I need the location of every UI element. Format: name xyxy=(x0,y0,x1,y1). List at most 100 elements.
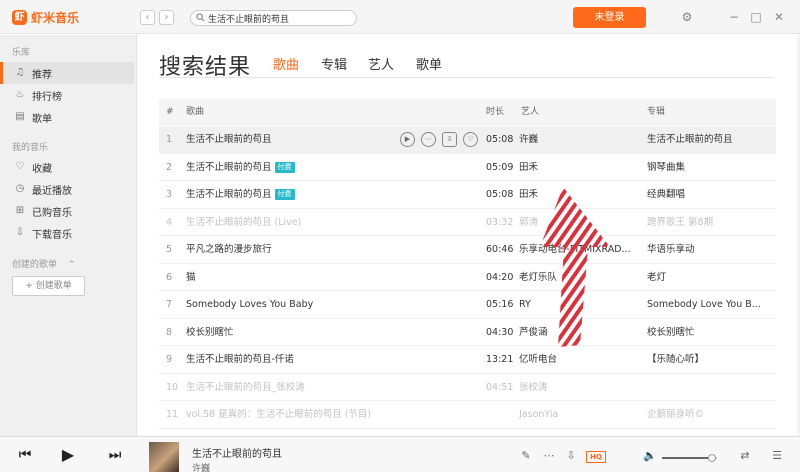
minimize-icon[interactable]: − xyxy=(726,9,742,25)
song-album-text: 钢琴曲集 xyxy=(647,161,686,173)
song-artist[interactable]: 田禾 xyxy=(519,154,644,181)
song-artist-text: RY xyxy=(519,299,531,310)
song-album[interactable]: 经典翻唱 xyxy=(647,181,773,208)
song-artist[interactable]: 老灯乐队 xyxy=(519,264,644,291)
next-track-icon[interactable]: ⏭ xyxy=(104,445,126,465)
song-artist-text: 郭涛 xyxy=(519,216,539,228)
comment-icon[interactable]: ✎ xyxy=(519,449,533,463)
song-artist-text: 田禾 xyxy=(519,161,539,173)
sidebar-item-recent[interactable]: ◷ 最近播放 xyxy=(0,178,134,200)
song-title[interactable]: 平凡之路的漫步旅行 xyxy=(186,236,396,263)
song-duration: 04:20 xyxy=(486,264,518,291)
back-button[interactable]: ‹ xyxy=(140,10,155,25)
table-row[interactable]: 10 生活不止眼前的苟且_张校涛 04:51 张校涛 xyxy=(159,374,776,401)
maximize-icon[interactable]: □ xyxy=(748,9,764,25)
album-cover[interactable] xyxy=(149,442,179,472)
song-title[interactable]: 生活不止眼前的苟且 (Live) xyxy=(186,209,396,236)
table-row[interactable]: 8 校长别瞎忙 04:30 芦俊涵 校长别瞎忙 xyxy=(159,319,776,346)
song-title[interactable]: 校长别瞎忙 xyxy=(186,319,396,346)
tab-playlists[interactable]: 歌单 xyxy=(416,54,442,73)
tab-albums[interactable]: 专辑 xyxy=(321,54,347,73)
song-title[interactable]: 猫 xyxy=(186,264,396,291)
create-playlist-button[interactable]: + 创建歌单 xyxy=(12,276,85,296)
column-header-album[interactable]: 专辑 xyxy=(647,99,665,125)
song-album[interactable]: 【乐随心听】 xyxy=(647,346,773,373)
table-row[interactable]: 9 生活不止眼前的苟且-仟诺 13:21 亿听电台 【乐随心听】 xyxy=(159,346,776,374)
song-title[interactable]: 生活不止眼前的苟且 付费 xyxy=(186,181,396,208)
song-artist[interactable]: 芦俊涵 xyxy=(519,319,644,346)
download-icon[interactable]: ⇩ xyxy=(442,132,457,147)
table-row[interactable]: 3 生活不止眼前的苟且 付费 05:08 田禾 经典翻唱 xyxy=(159,181,776,209)
play-icon[interactable]: ▶ xyxy=(57,445,79,465)
song-artist[interactable]: 张校涛 xyxy=(519,374,644,401)
column-header-song[interactable]: 歌曲 xyxy=(186,99,204,125)
repeat-icon[interactable]: ⇄ xyxy=(738,449,752,463)
song-album-text: 经典翻唱 xyxy=(647,189,686,200)
song-duration: 13:21 xyxy=(486,346,518,373)
tab-artists[interactable]: 艺人 xyxy=(368,54,394,73)
more-circle-icon[interactable]: ⋯ xyxy=(421,132,436,147)
sidebar-item-purchased[interactable]: ⊞ 已购音乐 xyxy=(0,200,134,222)
tab-songs[interactable]: 歌曲 xyxy=(273,54,299,73)
song-album[interactable]: 钢琴曲集 xyxy=(647,154,773,181)
song-title[interactable]: 生活不止眼前的苟且-仟诺 xyxy=(186,346,396,373)
song-title[interactable]: vol.58 是真的：生活不止眼前的苟且 (节目) xyxy=(186,401,396,428)
hq-quality-badge[interactable]: HQ xyxy=(586,451,606,463)
close-icon[interactable]: ✕ xyxy=(771,9,787,25)
search-input[interactable] xyxy=(208,12,353,24)
table-row[interactable]: 11 vol.58 是真的：生活不止眼前的苟且 (节目) JasonYia 企鹅丽身听… xyxy=(159,401,776,429)
column-header-duration[interactable]: 时长 xyxy=(486,99,504,125)
table-header: # 歌曲 时长 艺人 专辑 xyxy=(159,99,776,125)
song-album[interactable]: 跨界歌王 第8期 xyxy=(647,209,773,236)
volume-icon[interactable]: 🔈 xyxy=(643,449,657,463)
now-playing-artist[interactable]: 许巍 xyxy=(192,461,210,472)
sidebar-item-playlists[interactable]: ▤ 歌单 xyxy=(0,106,134,128)
chevron-up-icon[interactable]: ⌃ xyxy=(68,260,76,270)
song-album[interactable]: 老灯 xyxy=(647,264,773,291)
song-album[interactable]: 华语乐享动 xyxy=(647,236,773,263)
song-album[interactable]: Somebody Love You B... xyxy=(647,291,773,318)
song-title[interactable]: Somebody Loves You Baby xyxy=(186,291,396,318)
download-icon[interactable]: ⇩ xyxy=(564,449,578,463)
more-circle-icon[interactable]: ⋯ xyxy=(542,449,556,463)
volume-slider[interactable] xyxy=(662,454,717,462)
play-circle-icon[interactable]: ▶ xyxy=(400,132,415,147)
sidebar-item-charts[interactable]: ♨ 排行榜 xyxy=(0,84,134,106)
song-album[interactable]: 校长别瞎忙 xyxy=(647,319,773,346)
login-button[interactable]: 未登录 xyxy=(573,7,646,28)
table-row[interactable]: 2 生活不止眼前的苟且 付费 05:09 田禾 钢琴曲集 xyxy=(159,154,776,181)
song-artist[interactable]: JasonYia xyxy=(519,401,644,428)
song-artist[interactable]: 田禾 xyxy=(519,181,644,208)
song-duration: 60:46 xyxy=(486,236,518,263)
sidebar-item-downloads[interactable]: ⇩ 下载音乐 xyxy=(0,222,134,244)
song-album[interactable]: 生活不止眼前的苟且 xyxy=(647,126,773,153)
song-artist[interactable]: RY xyxy=(519,291,644,318)
volume-knob[interactable] xyxy=(707,454,716,462)
previous-track-icon[interactable]: ⏮ xyxy=(14,445,36,465)
song-artist[interactable]: 郭涛 xyxy=(519,209,644,236)
song-title[interactable]: 生活不止眼前的苟且 付费 xyxy=(186,154,396,181)
song-title[interactable]: 生活不止眼前的苟且 xyxy=(186,126,396,153)
now-playing-title[interactable]: 生活不止眼前的苟且 xyxy=(192,445,282,460)
heart-icon[interactable]: ♡ xyxy=(463,132,478,147)
song-artist[interactable]: 亿听电台 xyxy=(519,346,644,373)
table-row[interactable]: 6 猫 04:20 老灯乐队 老灯 xyxy=(159,264,776,291)
table-row[interactable]: 7 Somebody Loves You Baby 05:16 RY Somebody … xyxy=(159,291,776,319)
table-row[interactable]: 4 生活不止眼前的苟且 (Live) 03:32 郭涛 跨界歌王 第8期 xyxy=(159,209,776,236)
song-album[interactable]: 企鹅丽身听© xyxy=(647,401,773,428)
song-title[interactable]: 生活不止眼前的苟且_张校涛 xyxy=(186,374,396,401)
sidebar-item-favorites[interactable]: ♡ 收藏 xyxy=(0,156,134,178)
created-playlists-heading[interactable]: 创建的歌单 ⌃ xyxy=(12,257,75,270)
settings-gear-icon[interactable]: ⚙ xyxy=(679,9,695,25)
forward-button[interactable]: › xyxy=(159,10,174,25)
table-row[interactable]: 5 平凡之路的漫步旅行 60:46 乐享动电台-FITMIXRAD... 华语乐享动 xyxy=(159,236,776,264)
search-box[interactable] xyxy=(190,10,357,26)
app-logo[interactable]: 虾 虾米音乐 xyxy=(12,9,79,25)
song-artist[interactable]: 许巍 xyxy=(519,126,644,153)
column-header-artist[interactable]: 艺人 xyxy=(521,99,539,125)
song-artist[interactable]: 乐享动电台-FITMIXRAD... xyxy=(519,236,644,263)
playlist-queue-icon[interactable]: ☰ xyxy=(770,449,784,463)
song-album[interactable] xyxy=(647,374,773,401)
table-row[interactable]: 1 生活不止眼前的苟且 05:08 许巍 生活不止眼前的苟且 ▶ ⋯ ⇩ ♡ xyxy=(159,126,776,154)
sidebar-item-recommend[interactable]: ♫ 推荐 xyxy=(0,62,134,84)
